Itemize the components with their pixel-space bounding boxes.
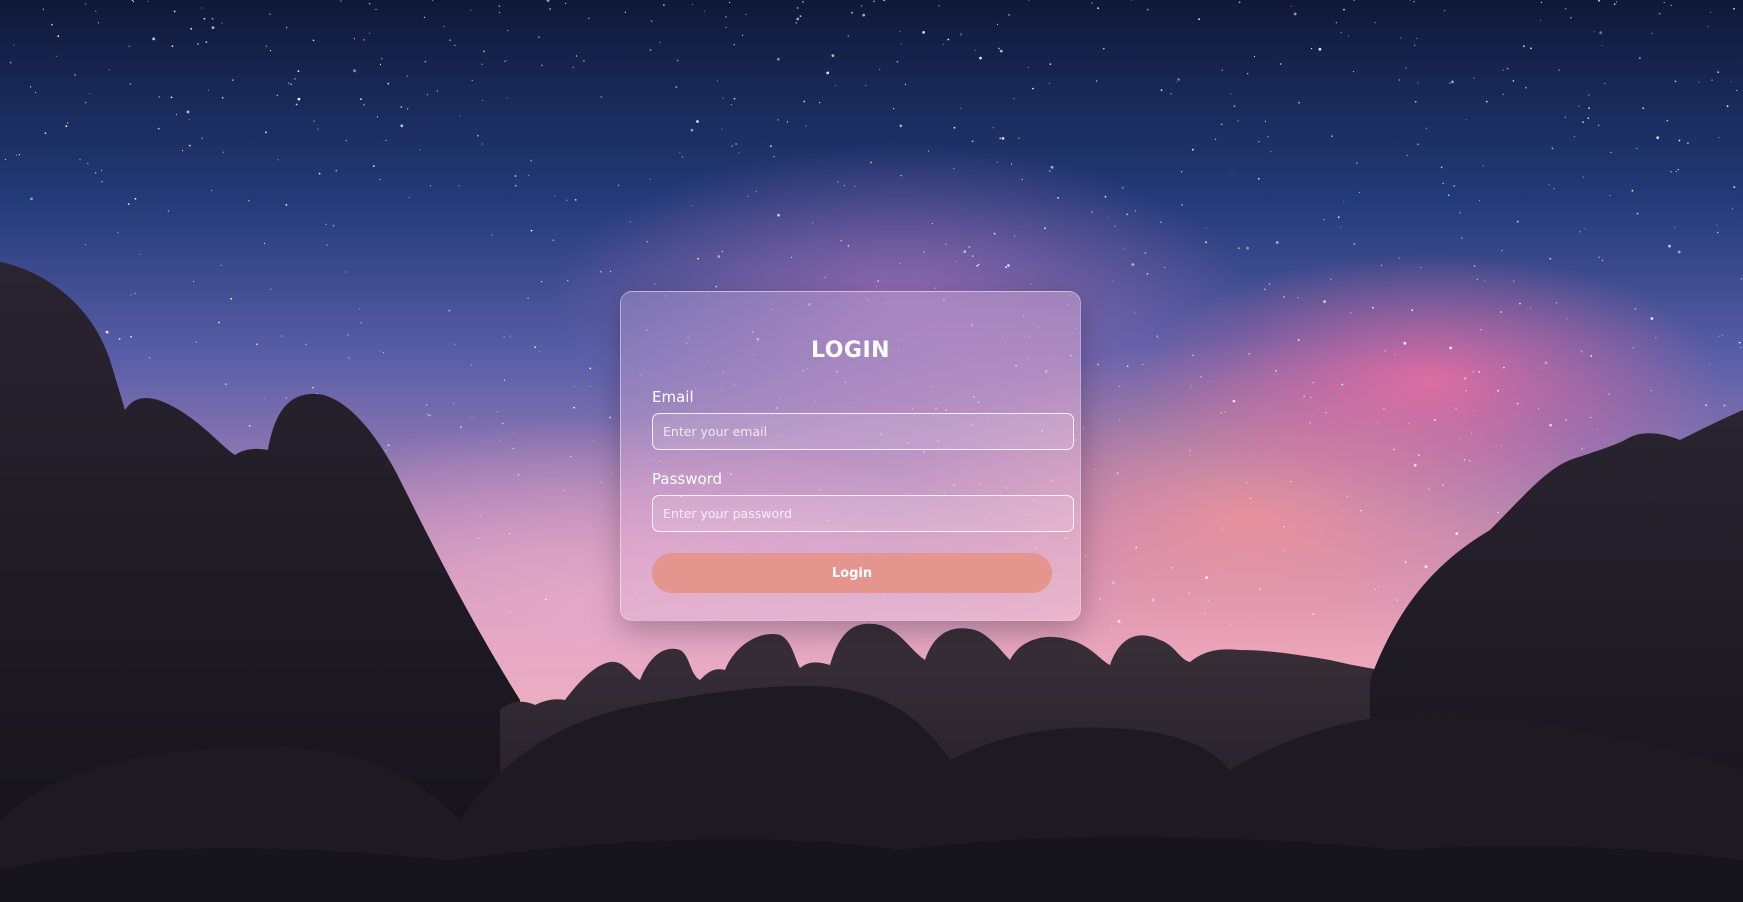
login-button[interactable]: Login: [652, 553, 1052, 593]
email-label: Email: [652, 388, 694, 406]
background-night-sky: LOGIN Email Password Login: [0, 0, 1743, 902]
login-card: LOGIN Email Password Login: [620, 291, 1081, 621]
email-input[interactable]: [652, 413, 1074, 450]
password-input[interactable]: [652, 495, 1074, 532]
login-title: LOGIN: [810, 338, 891, 363]
password-label: Password: [652, 470, 723, 488]
